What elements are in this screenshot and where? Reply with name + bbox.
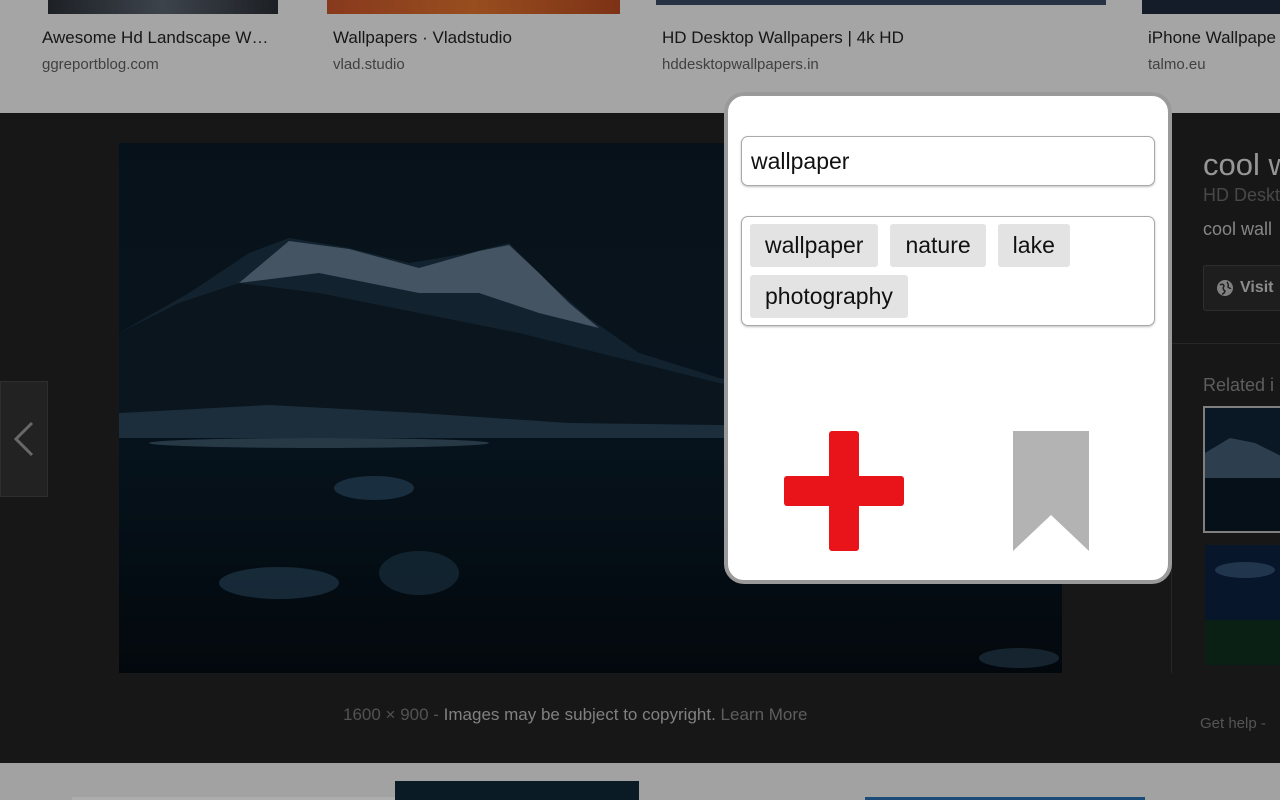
get-help-link[interactable]: Get help - [1200,715,1266,732]
result-domain[interactable]: ggreportblog.com [42,56,159,73]
visit-button[interactable]: Visit [1203,265,1280,311]
image-source-site[interactable]: HD Deskt [1203,185,1280,206]
previous-image-button[interactable] [0,381,48,497]
result-domain[interactable]: vlad.studio [333,56,405,73]
result-title[interactable]: Awesome Hd Landscape W… [42,28,287,48]
bookmark-icon [1013,431,1089,551]
plus-icon [784,431,904,551]
bookmark-button[interactable] [1013,431,1089,551]
tag-list: wallpaper nature lake photography [741,216,1155,326]
result-thumbnail[interactable] [327,0,620,14]
result-domain[interactable]: hddesktopwallpapers.in [662,56,819,73]
copyright-notice: Images may be subject to copyright. [443,705,716,724]
tag-chip[interactable]: photography [750,275,908,318]
tag-input[interactable] [741,136,1155,186]
tag-chip[interactable]: nature [890,224,986,267]
save-tags-dialog: wallpaper nature lake photography [724,92,1172,584]
image-caption: 1600 × 900 - Images may be subject to co… [343,705,807,725]
result-title[interactable]: Wallpapers · Vladstudio [333,28,603,48]
result-title[interactable]: HD Desktop Wallpapers | 4k HD [662,28,962,48]
result-domain[interactable]: talmo.eu [1148,56,1206,73]
image-description: cool wall [1203,219,1273,239]
tag-chip[interactable]: lake [997,224,1070,267]
tag-chip[interactable]: wallpaper [750,224,879,267]
results-row-bottom [0,763,1280,800]
chevron-left-icon [13,421,34,457]
visit-label: Visit [1240,279,1274,296]
caption-separator: - [428,705,444,724]
result-thumbnail[interactable] [48,0,278,14]
globe-icon [1217,280,1233,296]
add-button[interactable] [784,431,904,551]
image-dimensions: 1600 × 900 [343,705,429,724]
divider [1172,343,1280,344]
image-info-panel: cool w HD Deskt cool wall Visit Related … [1171,113,1280,673]
related-image-thumbnail[interactable] [1205,545,1280,665]
learn-more-link[interactable]: Learn More [721,705,808,724]
image-title: cool w [1203,147,1280,182]
result-title[interactable]: iPhone Wallpape [1148,28,1280,48]
related-images-heading: Related i [1203,375,1275,395]
result-thumbnail[interactable] [656,0,1106,5]
related-image-thumbnail[interactable] [1203,406,1280,533]
result-thumbnail[interactable] [1142,0,1280,14]
result-thumbnail[interactable] [395,781,639,800]
